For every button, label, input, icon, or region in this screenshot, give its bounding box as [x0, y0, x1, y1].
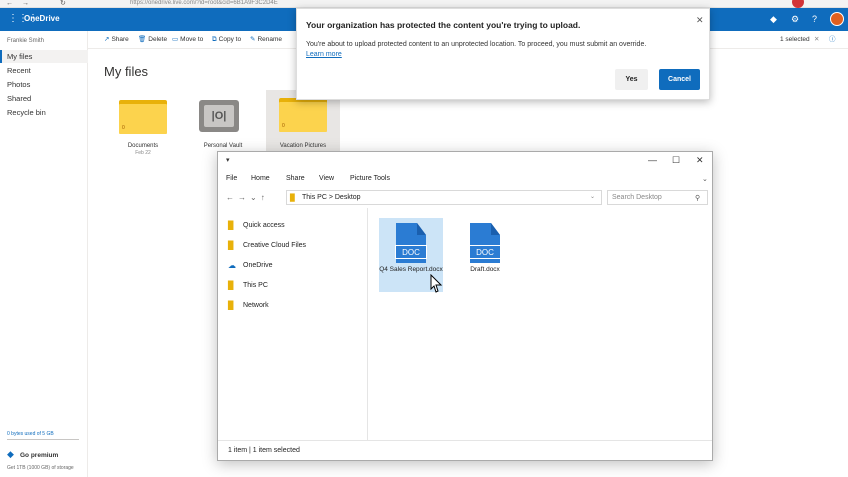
nav-my-files[interactable]: My files — [0, 50, 88, 63]
alert-title: Your organization has protected the cont… — [306, 20, 581, 30]
premium-diamond-icon[interactable]: ◆ — [770, 14, 777, 24]
pencil-icon: ✎ — [250, 36, 256, 43]
nav-creative-cloud[interactable]: Creative Cloud Files — [243, 242, 306, 249]
file-explorer-window: ▾ — ☐ ✕ File Home Share View Picture Too… — [217, 151, 713, 461]
move-icon: ▭ — [172, 36, 179, 43]
status-bar: 1 item | 1 item selected — [218, 440, 712, 460]
learn-more-link[interactable]: Learn more — [306, 51, 342, 58]
forward-icon[interactable]: → — [22, 0, 29, 7]
go-premium-link[interactable]: Go premium — [20, 452, 58, 459]
chevron-down-icon[interactable]: ⌄ — [702, 175, 708, 183]
tab-home[interactable]: Home — [251, 175, 270, 182]
tile-label[interactable]: Vacation Pictures — [266, 143, 340, 149]
cloud-icon: ☁ — [228, 261, 236, 270]
address-row: ←→⌄↑ ▉ This PC > Desktop ⌄ Search Deskto… — [218, 188, 712, 208]
help-icon[interactable]: ? — [812, 14, 817, 24]
maximize-icon[interactable]: ☐ — [672, 155, 680, 166]
close-window-icon[interactable]: ✕ — [696, 155, 704, 166]
mouse-cursor-icon — [430, 274, 443, 293]
file-draft[interactable]: DOC Draft.docx — [453, 218, 517, 292]
nav-recycle-bin[interactable]: Recycle bin — [0, 106, 88, 119]
browser-profile-avatar[interactable] — [792, 0, 804, 8]
clear-selection-icon[interactable]: ✕ — [814, 36, 819, 44]
search-icon[interactable]: ⚲ — [695, 194, 700, 202]
folder-icon: ▉ — [228, 301, 235, 310]
account-avatar[interactable] — [830, 12, 844, 26]
user-name: Frankie Smith — [7, 38, 45, 44]
navigation-arrows-icon[interactable]: ←→⌄↑ — [226, 193, 269, 202]
nav-network[interactable]: Network — [243, 302, 269, 309]
address-bar[interactable]: https://onedrive.live.com/?id=root&cid=6… — [130, 0, 360, 6]
item-count: 0 — [122, 125, 125, 131]
folder-icon: ▉ — [228, 281, 235, 290]
ribbon-tabs: File Home Share View Picture Tools ⌄ — [218, 172, 712, 188]
quick-access-toolbar-icon[interactable]: ▾ — [226, 156, 230, 164]
tile-personal-vault[interactable]: |O| — [186, 90, 260, 160]
doc-badge: DOC — [395, 245, 427, 259]
rename-button[interactable]: ✎ Rename — [250, 36, 282, 44]
folder-icon: ▉ — [228, 221, 235, 230]
info-icon[interactable]: ⓘ — [829, 36, 836, 44]
copy-to-button[interactable]: ⧉ Copy to — [212, 36, 241, 44]
refresh-icon[interactable]: ↻ — [60, 0, 66, 7]
item-count: 0 — [282, 123, 285, 129]
file-list: DOC Q4 Sales Report.docx DOC Draft.docx — [369, 208, 712, 440]
nav-shared[interactable]: Shared — [0, 92, 88, 105]
yes-button[interactable]: Yes — [615, 69, 648, 90]
close-icon[interactable]: ✕ — [696, 15, 704, 26]
explorer-titlebar[interactable]: ▾ — ☐ ✕ — [218, 152, 712, 172]
share-button[interactable]: ↗ Share — [104, 36, 129, 44]
protection-alert-dialog: Your organization has protected the cont… — [296, 8, 710, 100]
tab-file[interactable]: File — [226, 175, 237, 182]
file-name: Draft.docx — [470, 266, 500, 273]
left-nav: Frankie Smith My files Recent Photos Sha… — [0, 31, 88, 477]
navigation-pane: ▉ Quick access ▉ Creative Cloud Files ☁ … — [218, 208, 368, 440]
app-name[interactable]: OneDrive — [24, 14, 60, 24]
tile-label[interactable]: Personal Vault — [186, 143, 260, 149]
vault-icon: |O| — [199, 100, 239, 132]
doc-badge: DOC — [469, 245, 501, 259]
browser-bar: ← → ↻ https://onedrive.live.com/?id=root… — [0, 0, 848, 8]
tile-date: Feb 22 — [135, 150, 151, 156]
tab-picture-tools[interactable]: Picture Tools — [350, 175, 390, 182]
chevron-down-icon[interactable]: ⌄ — [590, 193, 595, 200]
alert-message: You're about to upload protected content… — [306, 41, 647, 48]
nav-this-pc[interactable]: This PC — [243, 282, 268, 289]
nav-quick-access[interactable]: Quick access — [243, 222, 285, 229]
storage-bar — [7, 439, 79, 440]
address-field[interactable]: This PC > Desktop — [286, 190, 602, 205]
premium-subtitle: Get 1TB (1000 GB) of storage — [7, 465, 74, 471]
minimize-icon[interactable]: — — [648, 155, 657, 165]
tab-view[interactable]: View — [319, 175, 334, 182]
tile-vacation-pictures[interactable]: 0 — [266, 90, 340, 160]
nav-photos[interactable]: Photos — [0, 78, 88, 91]
page-title: My files — [104, 64, 149, 79]
share-icon: ↗ — [104, 36, 110, 43]
selected-count: 1 selected — [780, 36, 810, 43]
settings-gear-icon[interactable]: ⚙ — [791, 14, 799, 24]
move-to-button[interactable]: ▭ Move to — [172, 36, 203, 44]
nav-onedrive[interactable]: OneDrive — [243, 262, 273, 269]
diamond-icon: ◆ — [7, 449, 14, 459]
delete-button[interactable]: 🗑 Delete — [138, 36, 167, 44]
copy-icon: ⧉ — [212, 36, 217, 43]
storage-usage[interactable]: 0 bytes used of 5 GB — [7, 431, 54, 437]
back-icon[interactable]: ← — [6, 0, 13, 7]
cancel-button[interactable]: Cancel — [659, 69, 700, 90]
search-input[interactable]: Search Desktop — [607, 190, 708, 205]
tab-share[interactable]: Share — [286, 175, 305, 182]
file-name: Q4 Sales Report.docx — [379, 266, 443, 273]
nav-recent[interactable]: Recent — [0, 64, 88, 77]
tile-label[interactable]: Documents — [106, 143, 180, 149]
folder-icon: ▉ — [228, 241, 235, 250]
trash-icon: 🗑 — [138, 36, 147, 43]
